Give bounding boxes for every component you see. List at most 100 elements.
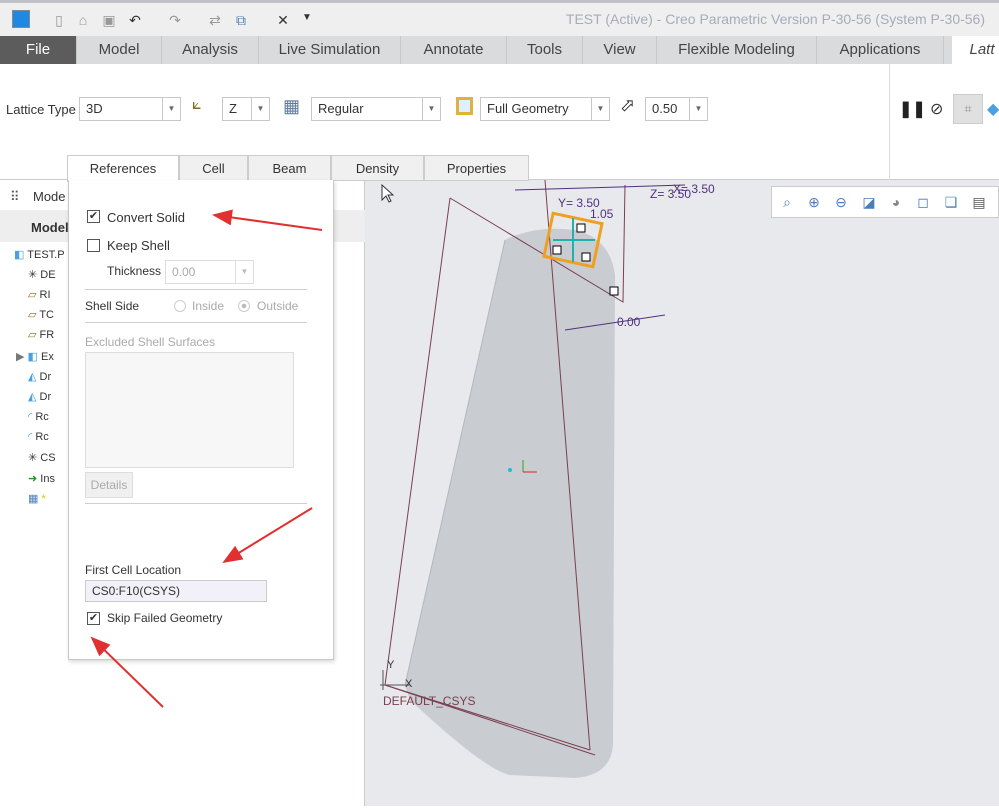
shell-side-label: Shell Side [85, 299, 140, 313]
redo-icon[interactable]: ↷ [166, 12, 184, 29]
display-style-icon[interactable]: ◕ [887, 194, 905, 212]
chevron-down-icon: ▼ [235, 261, 253, 283]
graphics-viewport[interactable]: Y= 3.50 Z= 3.50 X= 3.50 1.05 0.00 Y X DE… [365, 179, 999, 806]
lattice-type-dropdown[interactable]: 3D ▼ [79, 97, 181, 121]
cursor-icon [381, 183, 395, 203]
divider [85, 322, 307, 323]
drag-handle[interactable] [552, 245, 562, 255]
tree-item[interactable]: ▱ FR [28, 326, 54, 344]
tab-analysis[interactable]: Analysis [162, 36, 259, 64]
cancel-icon[interactable]: ⊘ [930, 99, 943, 119]
outside-radio[interactable] [238, 300, 250, 312]
tab-density[interactable]: Density [331, 155, 424, 181]
tab-tools[interactable]: Tools [507, 36, 583, 64]
csys-label: DEFAULT_CSYS [383, 694, 475, 708]
lattice-type-value: 3D [86, 101, 103, 116]
inside-radio[interactable] [174, 300, 186, 312]
dim-x[interactable]: X= 3.50 [673, 182, 715, 196]
zoom-in-icon[interactable]: ⊕ [805, 194, 823, 212]
inside-label: Inside [192, 299, 225, 313]
tree-item[interactable]: ◧ TEST.P [14, 246, 65, 264]
chevron-down-icon: ▼ [689, 98, 707, 120]
tree-item[interactable]: ◜ Rc [28, 408, 49, 426]
windows-icon[interactable]: ⧉ [232, 12, 250, 29]
thickness-input[interactable]: 0.00 ▼ [165, 260, 254, 284]
geometry-value: Full Geometry [487, 101, 569, 116]
scale-dropdown[interactable]: 0.50 ▼ [645, 97, 708, 121]
customize-icon[interactable]: ▼ [298, 12, 316, 29]
snapshot-icon[interactable]: ▤ [970, 194, 988, 212]
tree-item[interactable]: ▶ ◧ Ex [16, 348, 54, 366]
references-panel: ✔ Convert Solid Keep Shell Thickness 0.0… [68, 180, 334, 660]
tab-view[interactable]: View [583, 36, 657, 64]
first-cell-location-field[interactable]: CS0:F10(CSYS) [85, 580, 267, 602]
cell-grid-icon: ▦ [283, 96, 301, 116]
pause-icon[interactable]: ❚❚ [899, 99, 926, 119]
zoom-out-icon[interactable]: ⊖ [832, 194, 850, 212]
view-toolbar: ⌕ ⊕ ⊖ ◪ ◕ ◻ ❏ ▤ [771, 186, 999, 218]
tab-properties[interactable]: Properties [424, 155, 529, 181]
cell-type-value: Regular [318, 101, 364, 116]
direction-dropdown[interactable]: Z ▼ [222, 97, 270, 121]
keep-shell-label: Keep Shell [107, 238, 170, 253]
repaint-icon[interactable]: ◪ [860, 194, 878, 212]
tab-references[interactable]: References [67, 155, 179, 182]
cell-type-dropdown[interactable]: Regular ▼ [311, 97, 441, 121]
ribbon-tabs: File Model Analysis Live Simulation Anno… [0, 36, 999, 64]
save-icon[interactable]: ▣ [100, 12, 118, 29]
tab-lattice[interactable]: Latt [952, 36, 999, 64]
app-icon[interactable] [12, 10, 30, 28]
tree-item[interactable]: ▦ * [28, 490, 46, 508]
dim-offset[interactable]: 1.05 [590, 207, 614, 221]
tab-live-simulation[interactable]: Live Simulation [259, 36, 401, 64]
divider [85, 503, 307, 504]
scale-value: 0.50 [652, 101, 678, 116]
geometry-dropdown[interactable]: Full Geometry ▼ [480, 97, 610, 121]
tab-annotate[interactable]: Annotate [401, 36, 507, 64]
tree-tab-model[interactable]: Model [31, 220, 69, 235]
skip-failed-geometry-checkbox[interactable]: ✔ [87, 612, 100, 625]
ribbon-divider [889, 64, 890, 180]
drag-handle[interactable] [576, 223, 586, 233]
regenerate-icon[interactable]: ⇄ [206, 12, 224, 29]
close-window-icon[interactable]: ✕ [274, 12, 292, 29]
tab-applications[interactable]: Applications [817, 36, 944, 64]
new-icon[interactable]: ▯ [50, 12, 68, 29]
tree-item[interactable]: ▱ TC [28, 306, 54, 324]
details-button[interactable]: Details [85, 472, 133, 498]
solid-icon[interactable]: ◆ [987, 99, 999, 119]
csys-direction-icon: ⟀ [192, 96, 202, 113]
tree-item[interactable]: ✳ CS [28, 449, 56, 467]
full-geometry-icon [456, 97, 473, 115]
tab-model[interactable]: Model [77, 36, 162, 64]
open-icon[interactable]: ⌂ [74, 12, 92, 29]
chevron-down-icon: ▼ [251, 98, 269, 120]
convert-solid-checkbox[interactable]: ✔ [87, 210, 100, 223]
excluded-surfaces-list[interactable] [85, 352, 294, 468]
tab-cell[interactable]: Cell [179, 155, 248, 181]
dim-zero[interactable]: 0.00 [617, 315, 641, 329]
saved-views-icon[interactable]: ◻ [914, 194, 932, 212]
tree-item[interactable]: ◭ Dr [28, 388, 51, 406]
tree-item[interactable]: ✳ DE [28, 266, 56, 284]
refit-icon[interactable]: ⌕ [778, 194, 796, 212]
drag-handle[interactable] [609, 286, 619, 296]
keep-shell-checkbox[interactable] [87, 239, 100, 252]
tree-item[interactable]: ▱ RI [28, 286, 51, 304]
undo-icon[interactable]: ↶ [126, 12, 144, 29]
title-bar: ▯ ⌂ ▣ ↶ ↷ ⇄ ⧉ ✕ ▼ TEST (Active) - Creo P… [0, 0, 999, 36]
tab-file[interactable]: File [0, 36, 77, 64]
tree-item[interactable]: ◜ Rc [28, 428, 49, 446]
scale-icon: ⬀ [620, 95, 636, 115]
chevron-down-icon: ▼ [422, 98, 440, 120]
tree-item[interactable]: ◭ Dr [28, 368, 51, 386]
tab-beam[interactable]: Beam [248, 155, 331, 181]
preview-icon[interactable]: ⌗ [953, 94, 983, 124]
tree-item[interactable]: ➜ Ins [28, 470, 55, 488]
drag-handle[interactable] [581, 252, 591, 262]
tab-flexible-modeling[interactable]: Flexible Modeling [657, 36, 817, 64]
axis-y-label: Y [387, 659, 395, 671]
skip-failed-geometry-label: Skip Failed Geometry [107, 611, 223, 625]
divider [85, 289, 307, 290]
view-manager-icon[interactable]: ❏ [942, 194, 960, 212]
